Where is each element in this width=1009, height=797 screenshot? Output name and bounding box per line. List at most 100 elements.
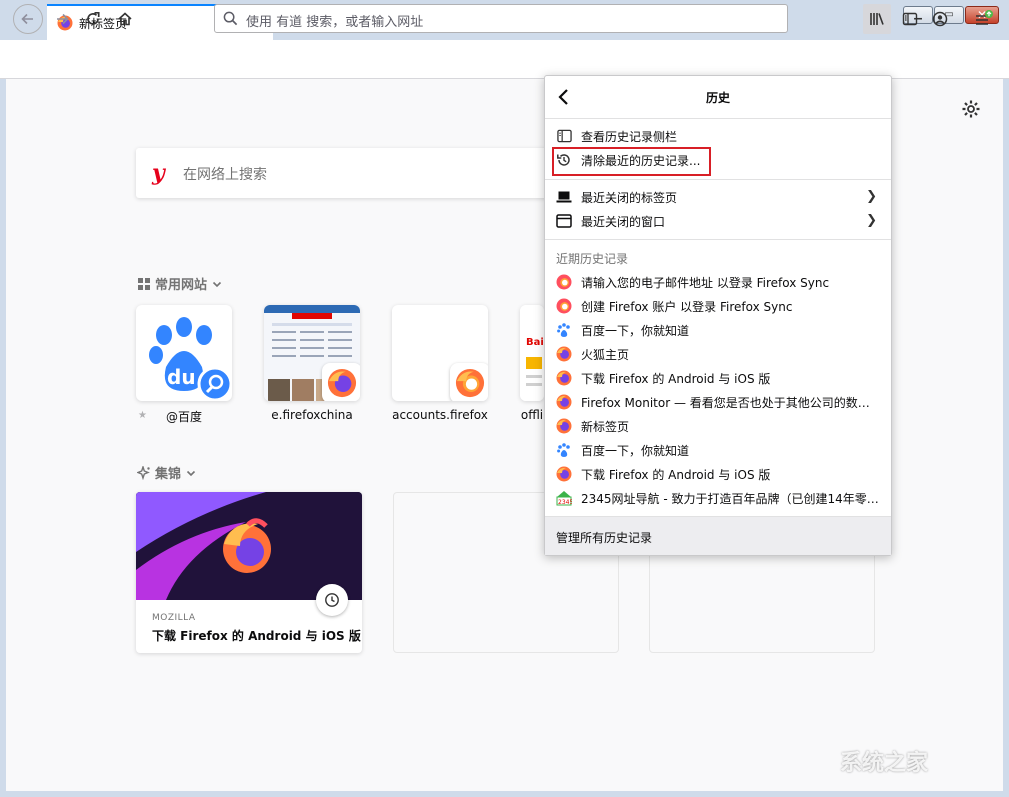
window-frame bbox=[0, 791, 1009, 797]
history-item[interactable]: 新标签页 bbox=[545, 414, 891, 438]
firefox-icon bbox=[556, 394, 572, 410]
history-item[interactable]: 百度一下，你就知道 bbox=[545, 318, 891, 342]
svg-text:du: du bbox=[167, 365, 196, 389]
recently-closed-tabs-item[interactable]: 最近关闭的标签页 ❯ bbox=[545, 185, 891, 209]
history-item-label: 火狐主页 bbox=[581, 347, 630, 362]
footer-label: 管理所有历史记录 bbox=[556, 531, 653, 545]
arrow-left-icon bbox=[21, 13, 33, 25]
history-item[interactable]: 创建 Firefox 账户 以登录 Firefox Sync bbox=[545, 294, 891, 318]
history-item-label: 百度一下，你就知道 bbox=[581, 443, 690, 458]
chevron-down-icon bbox=[212, 281, 222, 287]
history-item[interactable]: 下载 Firefox 的 Android 与 iOS 版 bbox=[545, 462, 891, 486]
2345-icon: 2345 bbox=[556, 490, 572, 506]
firefox-icon bbox=[556, 418, 572, 434]
sidebar-icon bbox=[902, 12, 918, 26]
history-item-label: 2345网址导航 - 致力于打造百年品牌（已创建14年零3... bbox=[581, 491, 881, 506]
history-item[interactable]: 2345 2345网址导航 - 致力于打造百年品牌（已创建14年零3... bbox=[545, 486, 891, 510]
url-bar[interactable]: 使用 有道 搜索，或者输入网址 bbox=[214, 4, 788, 33]
topsite-tile-firefoxchina[interactable] bbox=[264, 305, 360, 401]
menu-item-label: 最近关闭的标签页 bbox=[581, 190, 678, 205]
firefox-icon bbox=[556, 346, 572, 362]
history-item-label: 新标签页 bbox=[581, 419, 630, 434]
topsite-tile-baidu[interactable]: du bbox=[136, 305, 232, 401]
history-item-label: 请输入您的电子邮件地址 以登录 Firefox Sync bbox=[581, 275, 830, 290]
sidebar-icon bbox=[556, 128, 572, 144]
reload-icon bbox=[87, 11, 100, 25]
firefox-icon bbox=[556, 466, 572, 482]
library-icon bbox=[870, 13, 884, 25]
topsite-label: @百度 bbox=[165, 410, 202, 424]
card-title: 下载 Firefox 的 Android 与 iOS 版 bbox=[152, 629, 361, 643]
history-item-label: 百度一下，你就知道 bbox=[581, 323, 690, 338]
separator bbox=[545, 239, 891, 240]
hamburger-menu-icon bbox=[976, 10, 993, 25]
window-frame bbox=[0, 79, 6, 797]
home-icon bbox=[118, 12, 132, 26]
topsite-tile-offline[interactable]: Bai bbox=[520, 305, 544, 401]
web-search-placeholder: 在网络上搜索 bbox=[183, 167, 267, 183]
highlights-title-text: 集锦 bbox=[155, 467, 182, 482]
history-item[interactable]: 请输入您的电子邮件地址 以登录 Firefox Sync bbox=[545, 270, 891, 294]
window-icon bbox=[556, 213, 572, 229]
youdao-logo: y bbox=[152, 160, 165, 186]
separator bbox=[545, 179, 891, 180]
watermark-logo: 系统之家 bbox=[840, 751, 929, 776]
menu-item-label: 查看历史记录侧栏 bbox=[581, 129, 678, 144]
view-history-sidebar-item[interactable]: 查看历史记录侧栏 bbox=[545, 124, 891, 148]
library-button[interactable] bbox=[863, 4, 891, 34]
card-source: MOZILLA bbox=[152, 613, 196, 623]
web-search-box[interactable]: y 在网络上搜索 bbox=[136, 148, 556, 198]
search-icon bbox=[223, 11, 238, 26]
recently-closed-windows-item[interactable]: 最近关闭的窗口 ❯ bbox=[545, 209, 891, 233]
highlights-section-title[interactable]: 集锦 bbox=[137, 463, 197, 482]
svg-text:Bai: Bai bbox=[526, 337, 544, 348]
topsite-label: accounts.firefox bbox=[392, 408, 488, 422]
account-button[interactable] bbox=[925, 4, 955, 34]
topsite-tile-accounts-firefox[interactable] bbox=[392, 305, 488, 401]
sparkle-icon bbox=[137, 465, 150, 480]
navigation-toolbar bbox=[0, 40, 1009, 79]
forward-button[interactable] bbox=[47, 4, 77, 34]
annotation-highlight-box bbox=[552, 147, 711, 176]
home-button[interactable] bbox=[110, 4, 140, 34]
history-panel-header: 历史 bbox=[545, 76, 891, 119]
menu-button[interactable] bbox=[968, 4, 998, 34]
topsites-section-title[interactable]: 常用网站 bbox=[137, 274, 223, 293]
firefox-icon bbox=[556, 370, 572, 386]
reload-button[interactable] bbox=[78, 4, 108, 34]
history-item[interactable]: 百度一下，你就知道 bbox=[545, 438, 891, 462]
manage-history-button[interactable]: 管理所有历史记录 bbox=[545, 516, 891, 555]
chevron-right-icon: ❯ bbox=[866, 189, 877, 204]
history-item[interactable]: 下载 Firefox 的 Android 与 iOS 版 bbox=[545, 366, 891, 390]
back-button[interactable] bbox=[13, 4, 43, 34]
chevron-down-icon bbox=[186, 470, 196, 476]
laptop-icon bbox=[556, 189, 572, 205]
firefox-account-icon bbox=[556, 274, 572, 290]
recent-history-title: 近期历史记录 bbox=[556, 252, 629, 266]
firefox-icon bbox=[450, 363, 488, 401]
history-panel-title: 历史 bbox=[705, 91, 730, 105]
firefox-account-icon bbox=[556, 298, 572, 314]
history-item[interactable]: Firefox Monitor — 看看您是否也处于其他公司的数据... bbox=[545, 390, 891, 414]
baidu-paw-icon bbox=[556, 442, 572, 458]
arrow-right-icon bbox=[57, 13, 69, 25]
grid-icon bbox=[138, 277, 150, 290]
window-frame bbox=[1003, 79, 1009, 797]
history-item-label: 创建 Firefox 账户 以登录 Firefox Sync bbox=[581, 299, 793, 314]
svg-text:2345: 2345 bbox=[558, 499, 572, 506]
baidu-logo: du bbox=[149, 317, 232, 401]
sidebar-button[interactable] bbox=[895, 4, 925, 34]
topsite-label: e.firefoxchina bbox=[271, 408, 353, 422]
baidu-paw-icon bbox=[556, 322, 572, 338]
topsites-title-text: 常用网站 bbox=[155, 278, 208, 293]
highlight-card[interactable]: MOZILLA 下载 Firefox 的 Android 与 iOS 版 bbox=[136, 492, 362, 653]
account-icon bbox=[932, 11, 948, 27]
topsite-label: offli bbox=[520, 408, 544, 422]
history-item-label: 下载 Firefox 的 Android 与 iOS 版 bbox=[581, 371, 771, 386]
url-bar-placeholder: 使用 有道 搜索，或者输入网址 bbox=[246, 15, 424, 30]
gear-icon[interactable] bbox=[960, 98, 982, 120]
clock-icon bbox=[316, 584, 348, 616]
menu-item-label: 最近关闭的窗口 bbox=[581, 214, 666, 229]
history-item[interactable]: 火狐主页 bbox=[545, 342, 891, 366]
history-item-label: Firefox Monitor — 看看您是否也处于其他公司的数据... bbox=[581, 395, 881, 410]
